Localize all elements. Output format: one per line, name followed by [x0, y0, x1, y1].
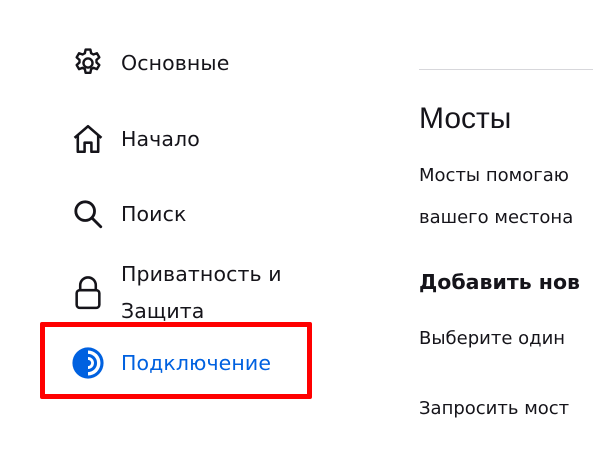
add-bridge-heading: Добавить нов — [419, 270, 581, 294]
bridges-description-line: Мосты помогаю — [419, 165, 569, 186]
section-divider — [419, 69, 593, 70]
settings-page: Основные Начало Поиск Приватность и Защи… — [0, 0, 593, 454]
choose-builtin-bridge-option[interactable]: Выберите один — [419, 328, 565, 349]
settings-sidebar: Основные Начало Поиск Приватность и Защи… — [0, 0, 360, 454]
settings-content: Мосты Мосты помогаю вашего местона Добав… — [419, 0, 593, 454]
sidebar-item-general[interactable]: Основные — [68, 43, 229, 83]
gear-icon — [68, 43, 108, 83]
sidebar-item-search[interactable]: Поиск — [68, 194, 186, 234]
tor-onion-icon — [68, 343, 108, 383]
sidebar-item-privacy[interactable]: Приватность и Защита — [68, 256, 311, 330]
sidebar-item-label: Подключение — [121, 350, 272, 375]
sidebar-item-label: Поиск — [121, 201, 187, 226]
sidebar-item-home[interactable]: Начало — [68, 119, 200, 159]
home-icon — [68, 119, 108, 159]
request-bridge-option[interactable]: Запросить мост — [419, 398, 569, 419]
sidebar-item-label: Основные — [121, 50, 230, 75]
bridges-section-title: Мосты — [419, 102, 512, 135]
lock-icon — [68, 273, 108, 313]
search-icon — [68, 194, 108, 234]
bridges-description-line: вашего местона — [419, 207, 574, 228]
sidebar-item-connection[interactable]: Подключение — [68, 343, 271, 383]
sidebar-item-label: Начало — [121, 126, 200, 151]
sidebar-item-label: Приватность и Защита — [121, 262, 282, 323]
